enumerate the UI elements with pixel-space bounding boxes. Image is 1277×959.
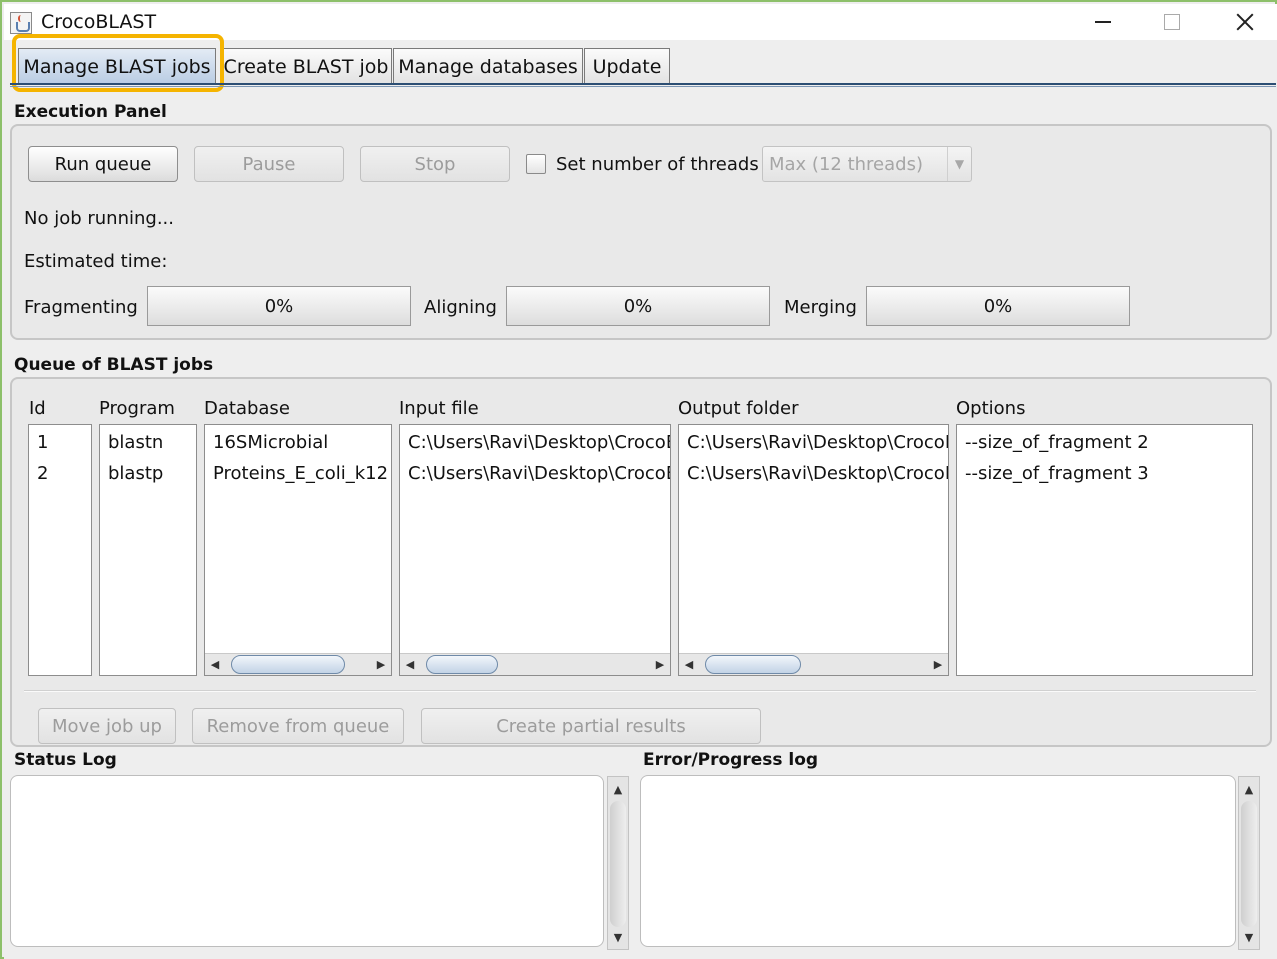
queue-title: Queue of BLAST jobs: [14, 355, 214, 375]
tab-label: Update: [592, 55, 662, 78]
threads-select-value: Max (12 threads): [769, 153, 923, 175]
fragmenting-label: Fragmenting: [24, 297, 138, 318]
create-partial-results-button[interactable]: Create partial results: [421, 708, 761, 744]
list-item[interactable]: Proteins_E_coli_k12: [213, 463, 388, 484]
tab-manage-blast-jobs[interactable]: Manage BLAST jobs: [18, 48, 216, 84]
move-job-up-button[interactable]: Move job up: [38, 708, 176, 744]
aligning-progress-text: 0%: [623, 295, 653, 317]
list-item[interactable]: 2: [37, 463, 48, 484]
horizontal-scrollbar[interactable]: ◀ ▶: [679, 653, 948, 675]
java-app-icon: [10, 12, 32, 34]
scroll-right-icon[interactable]: ▶: [928, 654, 948, 675]
scroll-track[interactable]: [1241, 801, 1257, 927]
pause-button[interactable]: Pause: [194, 146, 344, 182]
options-list[interactable]: --size_of_fragment 2 --size_of_fragment …: [956, 424, 1253, 676]
scroll-left-icon[interactable]: ◀: [205, 654, 225, 675]
tab-create-blast-job[interactable]: Create BLAST job: [220, 48, 392, 84]
output-folder-list[interactable]: C:\Users\Ravi\Desktop\CrocoB C:\Users\Ra…: [678, 424, 949, 676]
tab-label: Manage databases: [398, 55, 578, 78]
error-log-scrollbar[interactable]: ▲ ▼: [1238, 776, 1260, 950]
close-button[interactable]: [1207, 4, 1277, 40]
horizontal-scrollbar[interactable]: ◀ ▶: [205, 653, 391, 675]
execution-panel-title: Execution Panel: [14, 102, 167, 122]
column-header-database: Database: [204, 398, 290, 419]
scroll-thumb[interactable]: [231, 655, 345, 674]
list-item[interactable]: blastn: [108, 432, 163, 453]
tab-update[interactable]: Update: [584, 48, 670, 84]
merging-progress: 0%: [866, 286, 1130, 326]
chevron-down-icon: ▼: [947, 147, 971, 181]
scroll-down-icon[interactable]: ▼: [608, 927, 628, 947]
list-item[interactable]: 16SMicrobial: [213, 432, 328, 453]
column-header-options: Options: [956, 398, 1026, 419]
error-log-textarea[interactable]: [640, 775, 1236, 947]
window-title: CrocoBLAST: [41, 11, 157, 33]
column-header-output-folder: Output folder: [678, 398, 799, 419]
fragmenting-progress-text: 0%: [264, 295, 294, 317]
scroll-left-icon[interactable]: ◀: [400, 654, 420, 675]
merging-label: Merging: [784, 297, 857, 318]
scroll-up-icon[interactable]: ▲: [608, 779, 628, 799]
column-header-id: Id: [29, 398, 46, 419]
program-list[interactable]: blastn blastp: [99, 424, 197, 676]
status-log-textarea[interactable]: [10, 775, 604, 947]
database-list[interactable]: 16SMicrobial Proteins_E_coli_k12 ◀ ▶: [204, 424, 392, 676]
list-item[interactable]: --size_of_fragment 2: [965, 432, 1149, 453]
aligning-progress: 0%: [506, 286, 770, 326]
queue-divider: [24, 690, 1256, 692]
remove-from-queue-button[interactable]: Remove from queue: [192, 708, 404, 744]
run-queue-button[interactable]: Run queue: [28, 146, 178, 182]
list-item[interactable]: C:\Users\Ravi\Desktop\CrocoB: [687, 463, 948, 484]
horizontal-scrollbar[interactable]: ◀ ▶: [400, 653, 670, 675]
status-log-scrollbar[interactable]: ▲ ▼: [607, 776, 629, 950]
estimated-time-label: Estimated time:: [24, 251, 168, 272]
tab-label: Create BLAST job: [223, 55, 389, 78]
column-header-program: Program: [99, 398, 175, 419]
fragmenting-progress: 0%: [147, 286, 411, 326]
title-bar: CrocoBLAST: [4, 4, 1277, 40]
scroll-right-icon[interactable]: ▶: [371, 654, 391, 675]
list-item[interactable]: C:\Users\Ravi\Desktop\CrocoB: [408, 432, 670, 453]
id-list[interactable]: 1 2: [28, 424, 92, 676]
list-item[interactable]: C:\Users\Ravi\Desktop\CrocoB: [687, 432, 948, 453]
input-file-list[interactable]: C:\Users\Ravi\Desktop\CrocoB C:\Users\Ra…: [399, 424, 671, 676]
app-window: CrocoBLAST Manage BLAST jobs Create BLAS…: [0, 0, 1277, 959]
scroll-left-icon[interactable]: ◀: [679, 654, 699, 675]
aligning-label: Aligning: [424, 297, 497, 318]
scroll-down-icon[interactable]: ▼: [1239, 927, 1259, 947]
threads-checkbox[interactable]: [526, 154, 546, 174]
minimize-button[interactable]: [1068, 4, 1138, 40]
list-item[interactable]: --size_of_fragment 3: [965, 463, 1149, 484]
threads-label: Set number of threads: [556, 154, 759, 175]
list-item[interactable]: 1: [37, 432, 48, 453]
job-status-text: No job running...: [24, 208, 174, 229]
scroll-thumb[interactable]: [426, 655, 498, 674]
scroll-right-icon[interactable]: ▶: [650, 654, 670, 675]
stop-button[interactable]: Stop: [360, 146, 510, 182]
main-content: Manage BLAST jobs Create BLAST job Manag…: [4, 34, 1277, 959]
merging-progress-text: 0%: [983, 295, 1013, 317]
tab-manage-databases[interactable]: Manage databases: [393, 48, 583, 84]
column-header-input-file: Input file: [399, 398, 479, 419]
maximize-button[interactable]: [1137, 4, 1207, 40]
status-log-title: Status Log: [14, 750, 117, 770]
list-item[interactable]: C:\Users\Ravi\Desktop\CrocoB: [408, 463, 670, 484]
list-item[interactable]: blastp: [108, 463, 163, 484]
threads-select[interactable]: Max (12 threads) ▼: [762, 146, 972, 182]
scroll-thumb[interactable]: [705, 655, 801, 674]
scroll-track[interactable]: [610, 801, 626, 927]
scroll-up-icon[interactable]: ▲: [1239, 779, 1259, 799]
tab-label: Manage BLAST jobs: [23, 55, 211, 78]
tab-strip-line: [10, 83, 1276, 87]
error-log-title: Error/Progress log: [643, 750, 819, 770]
